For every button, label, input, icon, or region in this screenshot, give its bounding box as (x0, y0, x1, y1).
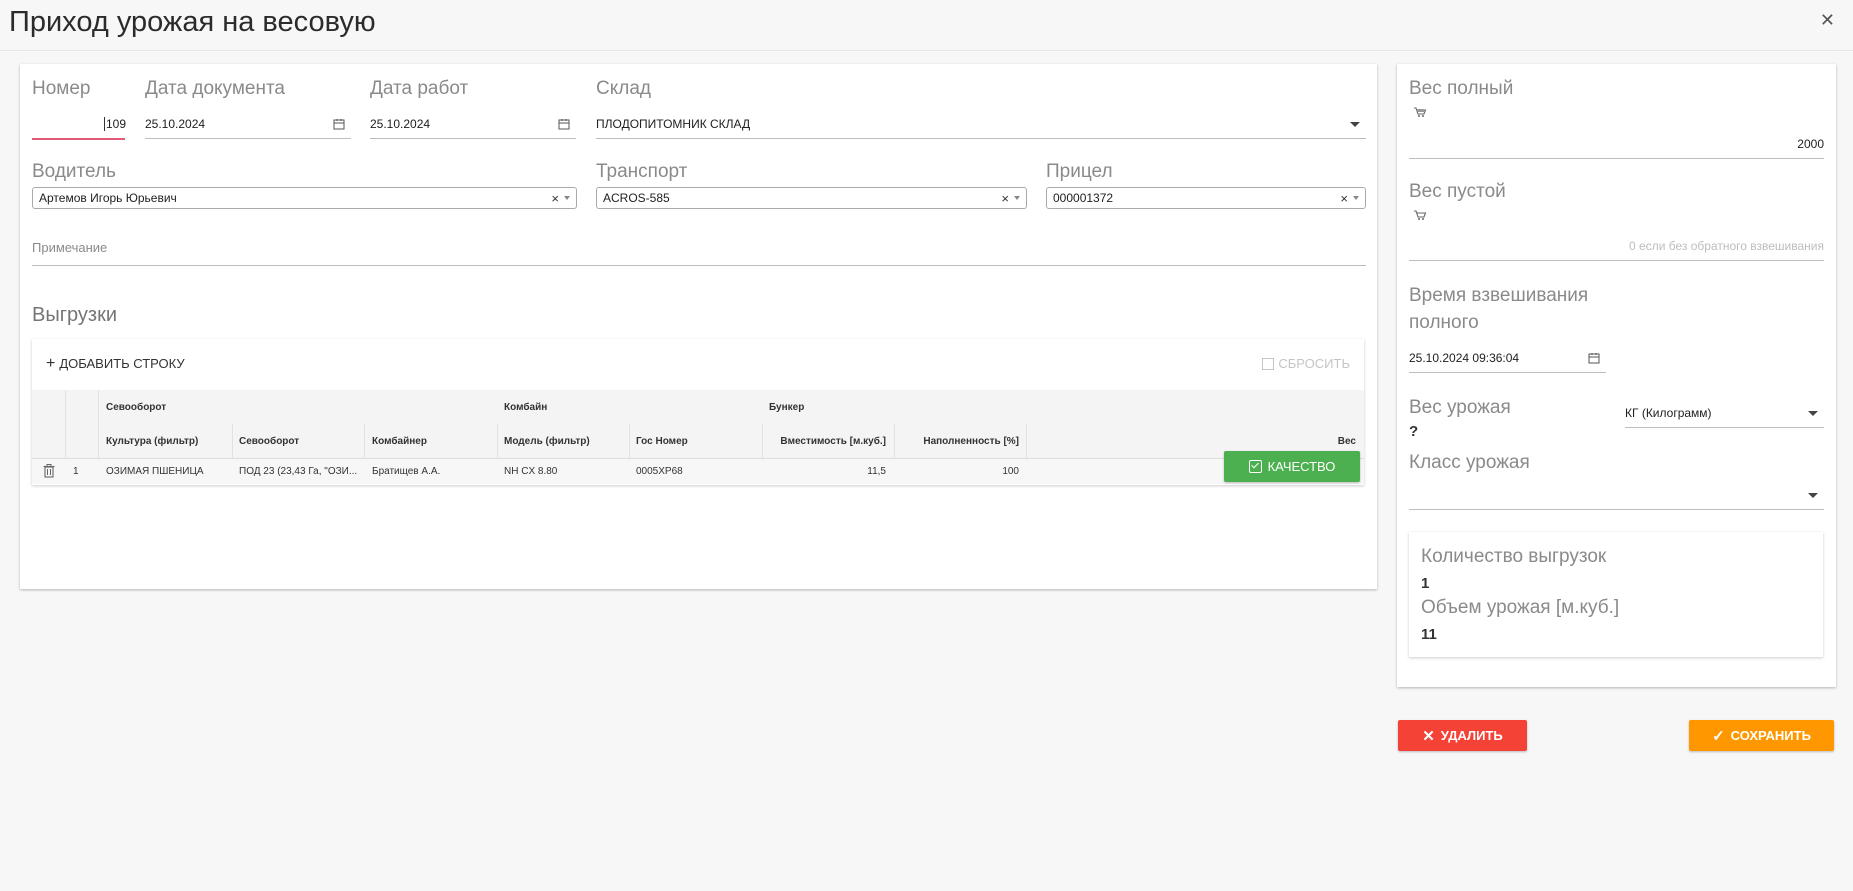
plus-icon: + (46, 354, 56, 372)
work-date-field[interactable]: 25.10.2024 (370, 110, 576, 139)
chevron-down-icon[interactable] (1350, 121, 1360, 127)
weight-card: Вес полный 2000 Вес пустой 0 если без об… (1397, 64, 1836, 687)
crop-class-select[interactable] (1409, 481, 1824, 510)
cell-fullness: 100 (1002, 466, 1019, 477)
unloads-table: + ДОБАВИТЬ СТРОКУ СБРОСИТЬ Севооборот Ко… (32, 339, 1364, 485)
weigh-time-input[interactable]: 25.10.2024 09:36:04 (1409, 344, 1606, 373)
col-fullness[interactable]: Наполненность [%] (923, 436, 1019, 447)
unit-select[interactable]: КГ (Килограмм) (1625, 399, 1824, 428)
calendar-icon[interactable] (558, 118, 570, 130)
col-model[interactable]: Модель (фильтр) (504, 436, 590, 447)
cell-index: 1 (73, 466, 79, 477)
reset-button[interactable]: СБРОСИТЬ (1262, 356, 1350, 371)
note-input[interactable] (32, 237, 1366, 266)
check-icon: ✓ (1712, 727, 1725, 745)
summary-box: Количество выгрузок 1 Объем урожая [м.ку… (1409, 532, 1823, 657)
main-form-card: Номер 109 Дата документа 25.10.2024 Дата… (20, 64, 1377, 589)
transport-select[interactable]: ACROS-585 × (596, 187, 1027, 209)
weigh-time-label-1: Время взвешивания (1409, 285, 1589, 306)
page-title: Приход урожая на весовую (9, 6, 376, 38)
save-button[interactable]: ✓ СОХРАНИТЬ (1689, 720, 1834, 751)
col-capacity[interactable]: Вместимость [м.куб.] (780, 436, 886, 447)
warehouse-label: Склад (596, 78, 651, 99)
volume-label: Объем урожая [м.куб.] (1421, 597, 1620, 618)
close-icon: ✕ (1422, 727, 1435, 745)
table-toolbar: + ДОБАВИТЬ СТРОКУ СБРОСИТЬ (32, 339, 1364, 391)
doc-date-field[interactable]: 25.10.2024 (145, 110, 351, 139)
number-field[interactable]: 109 (32, 110, 126, 140)
table-row[interactable]: 1 ОЗИМАЯ ПШЕНИЦА ПОД 23 (23,43 Га, "ОЗИ.… (32, 459, 1364, 484)
crop-class-label: Класс урожая (1409, 452, 1530, 473)
warehouse-select[interactable]: ПЛОДОПИТОМНИК СКЛАД (596, 110, 1366, 139)
driver-select[interactable]: Артемов Игорь Юрьевич × (32, 187, 577, 209)
delete-button[interactable]: ✕ УДАЛИТЬ (1398, 720, 1527, 751)
unloads-count-label: Количество выгрузок (1421, 546, 1607, 567)
reset-icon (1262, 357, 1275, 370)
cell-model: NH CX 8.80 (504, 466, 558, 477)
tare-weight-input[interactable]: 0 если без обратного взвешивания (1409, 232, 1824, 261)
chevron-down-icon[interactable] (1014, 196, 1020, 200)
gross-weight-input[interactable]: 2000 (1409, 130, 1824, 159)
cart-full-icon (1414, 107, 1427, 117)
quality-button[interactable]: КАЧЕСТВО (1224, 451, 1360, 482)
clear-icon[interactable]: × (1001, 191, 1009, 206)
gross-weight-label: Вес полный (1409, 78, 1514, 99)
clear-icon[interactable]: × (551, 191, 559, 206)
chevron-down-icon[interactable] (1808, 410, 1818, 416)
unloads-title: Выгрузки (32, 304, 117, 326)
col-weight[interactable]: Вес (1338, 436, 1356, 447)
unloads-count-value: 1 (1421, 575, 1430, 592)
calendar-icon[interactable] (333, 118, 345, 130)
page-header: Приход урожая на весовую ✕ (0, 0, 1853, 51)
table-header-row: Культура (фильтр) Севооборот Комбайнер М… (32, 424, 1364, 459)
add-row-button[interactable]: + ДОБАВИТЬ СТРОКУ (46, 354, 185, 372)
work-date-label: Дата работ (370, 78, 469, 99)
cell-plate: 0005ХР68 (636, 466, 683, 477)
volume-value: 11 (1421, 626, 1437, 643)
group-crop-rotation: Севооборот (106, 402, 167, 413)
col-plate[interactable]: Гос Номер (636, 436, 688, 447)
driver-label: Водитель (32, 161, 116, 182)
col-culture[interactable]: Культура (фильтр) (106, 436, 198, 447)
chevron-down-icon[interactable] (1808, 492, 1818, 498)
trailer-select[interactable]: 000001372 × (1046, 187, 1366, 209)
chevron-down-icon[interactable] (1353, 196, 1359, 200)
col-crop-rotation[interactable]: Севооборот (239, 436, 299, 447)
transport-label: Транспорт (596, 161, 688, 182)
crop-weight-label: Вес урожая (1409, 397, 1511, 418)
cell-combiner: Братищев А.А. (372, 466, 441, 477)
checkbox-icon (1248, 460, 1262, 473)
clear-icon[interactable]: × (1340, 191, 1348, 206)
cart-empty-icon (1414, 210, 1427, 220)
col-combiner[interactable]: Комбайнер (372, 436, 427, 447)
tare-weight-label: Вес пустой (1409, 181, 1506, 202)
cell-culture: ОЗИМАЯ ПШЕНИЦА (106, 466, 204, 477)
chevron-down-icon[interactable] (564, 196, 570, 200)
close-icon[interactable]: ✕ (1820, 10, 1835, 31)
weigh-time-label-2: полного (1409, 312, 1479, 333)
trash-icon[interactable] (42, 463, 56, 479)
trailer-label: Прицел (1046, 161, 1113, 182)
doc-date-label: Дата документа (145, 78, 285, 99)
group-combine: Комбайн (504, 402, 548, 413)
cell-crop-rotation: ПОД 23 (23,43 Га, "ОЗИ... (239, 466, 358, 477)
group-bunker: Бункер (769, 402, 805, 413)
table-group-header: Севооборот Комбайн Бункер (32, 390, 1364, 424)
crop-weight-value: ? (1409, 423, 1419, 440)
cell-capacity: 11,5 (867, 466, 886, 477)
calendar-icon[interactable] (1588, 352, 1600, 364)
number-label: Номер (32, 78, 91, 99)
